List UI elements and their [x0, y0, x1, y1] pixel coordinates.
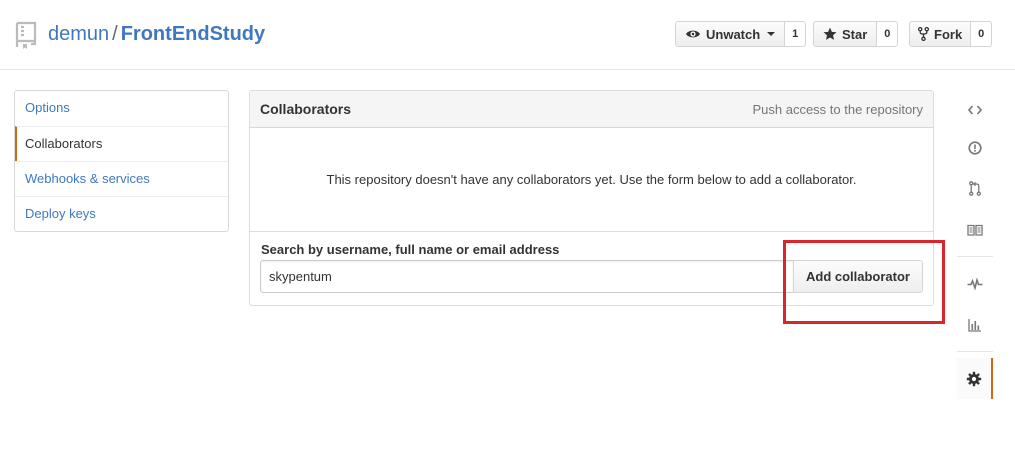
menu-item-deploy-keys[interactable]: Deploy keys — [15, 196, 228, 231]
repo-icon — [14, 21, 38, 49]
issues-icon[interactable] — [957, 127, 993, 168]
fork-button[interactable]: Fork — [909, 21, 972, 47]
fork-group: Fork 0 — [909, 21, 993, 47]
collaborators-box: Collaborators Push access to the reposit… — [249, 90, 934, 306]
unwatch-button[interactable]: Unwatch — [675, 21, 786, 47]
sidebar-divider — [957, 351, 993, 352]
blank-slate-message: This repository doesn't have any collabo… — [250, 128, 933, 232]
eye-icon — [685, 28, 701, 40]
collaborators-note: Push access to the repository — [752, 101, 923, 117]
menu-item-collaborators[interactable]: Collaborators — [15, 126, 228, 161]
watch-group: Unwatch 1 — [675, 21, 807, 47]
code-icon[interactable] — [957, 92, 993, 127]
fork-label: Fork — [934, 26, 963, 42]
star-group: Star 0 — [813, 21, 899, 47]
settings-icon[interactable] — [957, 358, 993, 399]
repo-header: demun / FrontEndStudy Unwatch 1 Star 0 For… — [0, 0, 1015, 70]
settings-menu: Options Collaborators Webhooks & service… — [14, 90, 229, 232]
chevron-down-icon — [767, 32, 776, 36]
collaborators-header: Collaborators Push access to the reposit… — [250, 91, 933, 128]
sidebar-divider — [957, 256, 993, 257]
fork-count[interactable]: 0 — [971, 21, 993, 47]
star-button[interactable]: Star — [813, 21, 878, 47]
repo-separator: / — [112, 23, 118, 45]
watch-count[interactable]: 1 — [785, 21, 807, 47]
star-icon — [823, 27, 837, 41]
collaborators-title: Collaborators — [260, 101, 352, 117]
star-label: Star — [842, 26, 868, 42]
add-collaborator-form: Search by username, full name or email a… — [250, 232, 933, 293]
fork-icon — [918, 27, 929, 41]
star-count[interactable]: 0 — [877, 21, 899, 47]
graph-icon[interactable] — [957, 304, 993, 345]
search-input[interactable] — [260, 260, 793, 293]
repo-owner-link[interactable]: demun — [48, 23, 109, 45]
repo-nav-sidebar — [957, 92, 993, 399]
menu-item-webhooks[interactable]: Webhooks & services — [15, 161, 228, 196]
repo-name-link[interactable]: FrontEndStudy — [121, 23, 265, 45]
pull-request-icon[interactable] — [957, 168, 993, 209]
pulse-icon[interactable] — [957, 263, 993, 304]
search-label: Search by username, full name or email a… — [261, 242, 560, 257]
menu-item-options[interactable]: Options — [15, 91, 228, 126]
unwatch-label: Unwatch — [706, 26, 761, 42]
repo-title: demun / FrontEndStudy — [48, 23, 265, 46]
add-collaborator-button[interactable]: Add collaborator — [793, 260, 923, 293]
wiki-icon[interactable] — [957, 209, 993, 250]
